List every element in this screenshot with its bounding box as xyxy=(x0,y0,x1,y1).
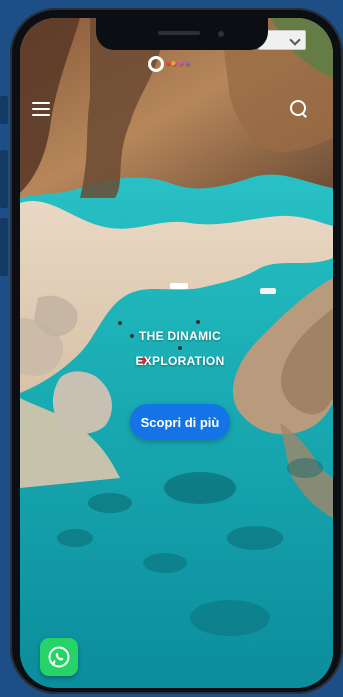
phone-speaker xyxy=(158,31,200,35)
hero-background-image xyxy=(20,18,333,688)
side-button xyxy=(0,96,8,124)
hero-title-line1: THE DINAMIC xyxy=(139,329,221,343)
brand-logo[interactable]: ●●●● xyxy=(148,56,208,74)
chevron-down-icon xyxy=(289,34,301,46)
phone-camera xyxy=(218,31,224,37)
search-icon[interactable] xyxy=(288,98,310,120)
side-button xyxy=(0,218,8,276)
logo-mark xyxy=(148,56,164,72)
logo-wordmark: ●●●● xyxy=(164,58,191,69)
whatsapp-icon[interactable] xyxy=(40,638,78,676)
phone-screen: ●●●● THE DINAMIC EXPLORATION Scopri di p… xyxy=(20,18,333,688)
hero-title-line2: EXPLORATION xyxy=(135,354,225,368)
side-button xyxy=(0,150,8,208)
discover-more-button[interactable]: Scopri di più xyxy=(130,404,230,440)
hamburger-menu-icon[interactable] xyxy=(32,100,54,118)
